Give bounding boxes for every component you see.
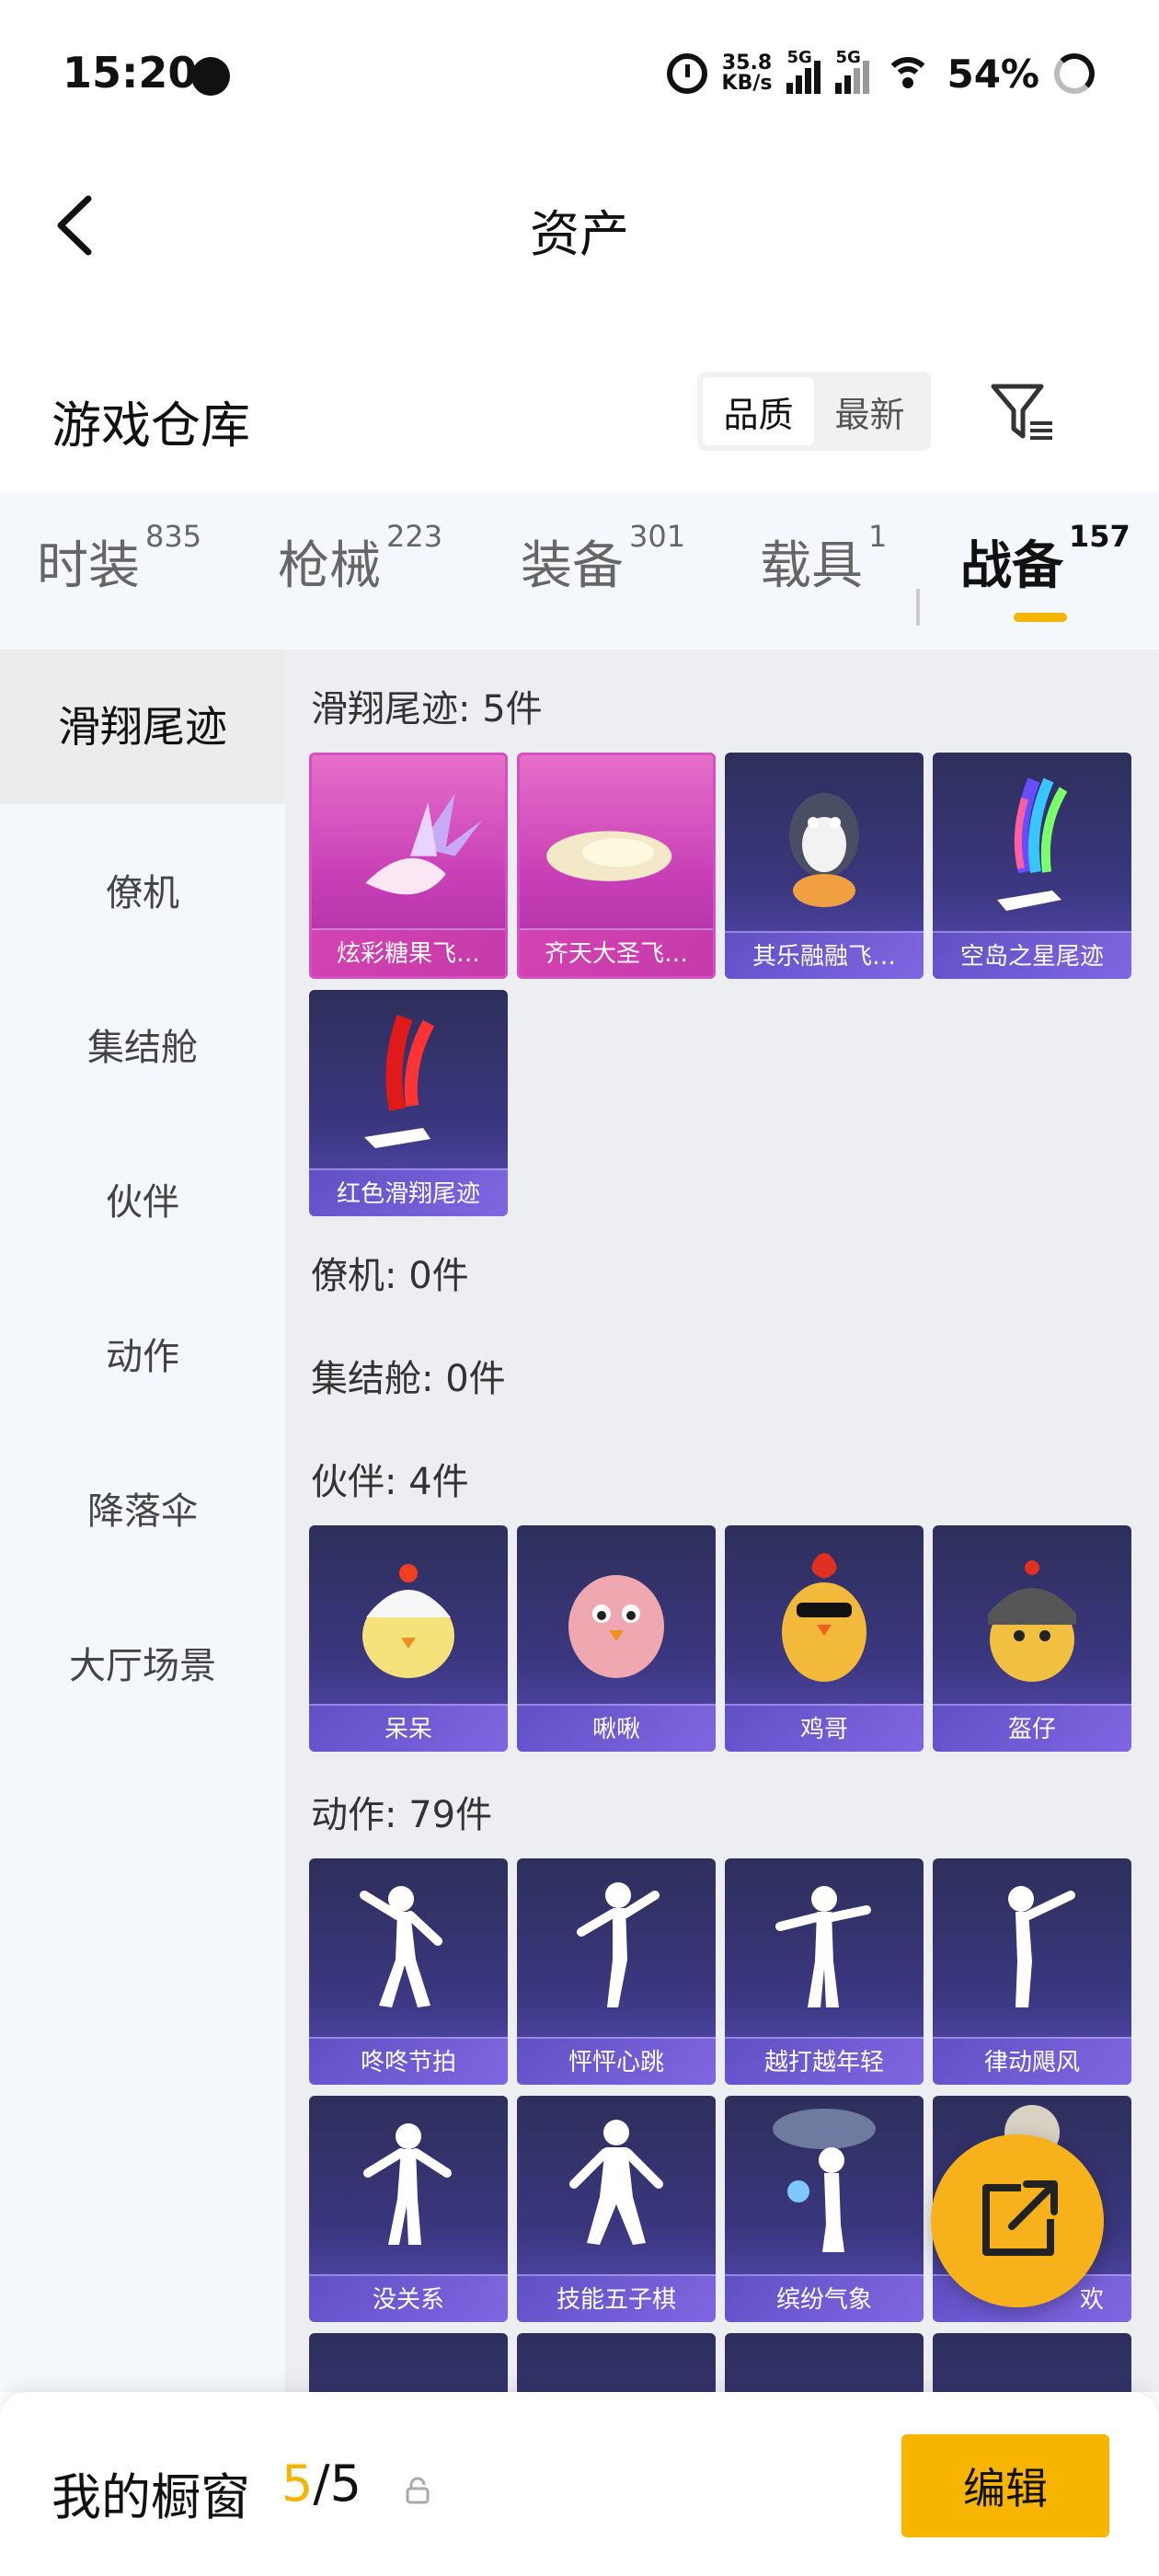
weather-figure-image	[773, 2109, 876, 2252]
item-card[interactable]: 盔仔	[933, 1525, 1131, 1752]
dancer-figure-image	[363, 2123, 452, 2245]
item-name: 啾啾	[517, 1704, 716, 1752]
showcase-bar: 我的橱窗 5/5 编辑	[0, 2392, 1159, 2576]
status-bar: 15:20 35.8 KB/s 5G 5G 54%	[0, 0, 1159, 138]
item-name: 盔仔	[933, 1704, 1131, 1752]
sidebar-item-pod[interactable]: 集结舱	[0, 1018, 285, 1071]
dancer-figure-image	[360, 1886, 442, 2007]
edit-button[interactable]: 编辑	[901, 2434, 1109, 2537]
sidebar-item-lobby-scene[interactable]: 大厅场景	[0, 1636, 285, 1689]
tab-divider	[916, 589, 920, 626]
item-card[interactable]: 其乐融融飞…	[725, 753, 924, 979]
item-card[interactable]: 缤纷气象	[725, 2096, 924, 2322]
dancer-figure-image	[577, 1882, 660, 2007]
share-icon	[982, 2180, 1058, 2256]
warehouse-title: 游戏仓库	[52, 397, 250, 454]
sidebar-item-trail[interactable]: 滑翔尾迹	[0, 650, 285, 804]
category-tabs: 时装 835 枪械 223 装备 301 载具 1 战备 157	[0, 491, 1159, 650]
item-card[interactable]: 律动飓风	[933, 1858, 1131, 2085]
battery-icon	[1054, 53, 1095, 94]
item-name: 技能五子棋	[517, 2274, 716, 2322]
item-card[interactable]	[933, 2333, 1131, 2392]
dancer-figure-image	[569, 2120, 663, 2245]
item-name: 律动飓风	[933, 2037, 1131, 2085]
chicken-jige-image	[782, 1553, 866, 1682]
item-card[interactable]: 啾啾	[517, 1525, 716, 1752]
section-title-wingman: 僚机: 0件	[311, 1255, 469, 1297]
item-card[interactable]: 呆呆	[309, 1525, 508, 1752]
tab-vehicles[interactable]: 载具 1	[760, 519, 887, 599]
item-name: 怦怦心跳	[517, 2037, 716, 2085]
sidebar: 滑翔尾迹 僚机 集结舱 伙伴 动作 降落伞 大厅场景	[0, 650, 285, 2392]
rainbow-trail-image	[997, 777, 1068, 911]
section-title-companion: 伙伴: 4件	[311, 1461, 469, 1503]
item-name: 炫彩糖果飞…	[312, 928, 505, 976]
item-name: 呆呆	[309, 1704, 508, 1752]
section-title-emote: 动作: 79件	[311, 1794, 493, 1836]
section-title-pod: 集结舱: 0件	[311, 1358, 506, 1400]
showcase-count: 5/5	[281, 2455, 361, 2513]
item-card[interactable]: 炫彩糖果飞…	[309, 753, 508, 979]
sort-quality-button[interactable]: 品质	[703, 377, 814, 445]
notification-globe-icon	[191, 57, 230, 96]
item-name: 齐天大圣飞…	[520, 928, 713, 976]
item-card[interactable]: 齐天大圣飞…	[517, 753, 716, 979]
tab-fashion[interactable]: 时装 835	[37, 519, 201, 599]
section-title-trail: 滑翔尾迹: 5件	[311, 688, 543, 730]
item-card[interactable]: 咚咚节拍	[309, 1858, 508, 2085]
penguin-trail-image	[789, 793, 859, 907]
candy-trail-image	[365, 793, 482, 895]
bird-jiujiu-image	[568, 1575, 664, 1678]
item-name: 没关系	[309, 2274, 508, 2322]
wifi-icon	[884, 55, 933, 92]
item-name: 越打越年轻	[725, 2037, 924, 2085]
chick-daidai-image	[362, 1564, 454, 1678]
tab-firearms[interactable]: 枪械 223	[278, 519, 442, 599]
alarm-icon	[666, 53, 707, 94]
item-name: 鸡哥	[725, 1704, 924, 1752]
tab-combat-gear[interactable]: 战备 157	[960, 519, 1130, 599]
item-card[interactable]	[725, 2333, 924, 2392]
active-tab-indicator	[1014, 613, 1067, 622]
status-icons: 35.8 KB/s 5G 5G 54%	[666, 46, 1095, 101]
showcase-label: 我的橱窗	[52, 2468, 250, 2526]
item-card[interactable]: 红色滑翔尾迹	[309, 990, 508, 1216]
tab-equipment[interactable]: 装备 301	[521, 519, 685, 599]
signal-sim2-icon: 5G	[835, 48, 870, 94]
item-name: 其乐融融飞…	[725, 931, 924, 979]
sidebar-item-companion[interactable]: 伙伴	[0, 1172, 285, 1225]
item-card[interactable]	[309, 2333, 508, 2392]
battery-percent: 54%	[947, 51, 1039, 97]
status-time: 15:20	[63, 48, 198, 98]
item-card[interactable]	[517, 2333, 716, 2392]
item-list: 滑翔尾迹: 5件 炫彩糖果飞… 齐天大圣飞… 其乐融融飞… 空岛之星尾迹 红色滑…	[285, 650, 1159, 2392]
red-trail-image	[364, 1014, 435, 1148]
chick-helmet-image	[988, 1560, 1076, 1682]
page-title: 资产	[530, 205, 629, 263]
item-card[interactable]: 空岛之星尾迹	[933, 753, 1131, 979]
signal-sim1-icon: 5G	[786, 48, 821, 94]
item-card[interactable]: 鸡哥	[725, 1525, 924, 1752]
lock-icon	[406, 2477, 430, 2504]
sort-toggle: 品质 最新	[697, 372, 931, 451]
share-button[interactable]	[931, 2134, 1104, 2307]
sort-newest-button[interactable]: 最新	[814, 377, 925, 445]
item-card[interactable]: 技能五子棋	[517, 2096, 716, 2322]
dancer-figure-image	[1008, 1886, 1075, 2007]
sidebar-item-parachute[interactable]: 降落伞	[0, 1481, 285, 1535]
network-speed: 35.8 KB/s	[721, 52, 773, 95]
item-name: 咚咚节拍	[309, 2037, 508, 2085]
item-card[interactable]: 怦怦心跳	[517, 1858, 716, 2085]
item-name: 红色滑翔尾迹	[309, 1168, 508, 1216]
item-name: 缤纷气象	[725, 2274, 924, 2322]
filter-icon[interactable]	[990, 381, 1056, 445]
dancer-figure-image	[775, 1886, 871, 2007]
item-card[interactable]: 越打越年轻	[725, 1858, 924, 2085]
item-card[interactable]: 没关系	[309, 2096, 508, 2322]
sidebar-item-emote[interactable]: 动作	[0, 1327, 285, 1380]
item-name: 空岛之星尾迹	[933, 931, 1131, 979]
cloud-trail-image	[546, 831, 672, 881]
sidebar-item-wingman[interactable]: 僚机	[0, 863, 285, 916]
